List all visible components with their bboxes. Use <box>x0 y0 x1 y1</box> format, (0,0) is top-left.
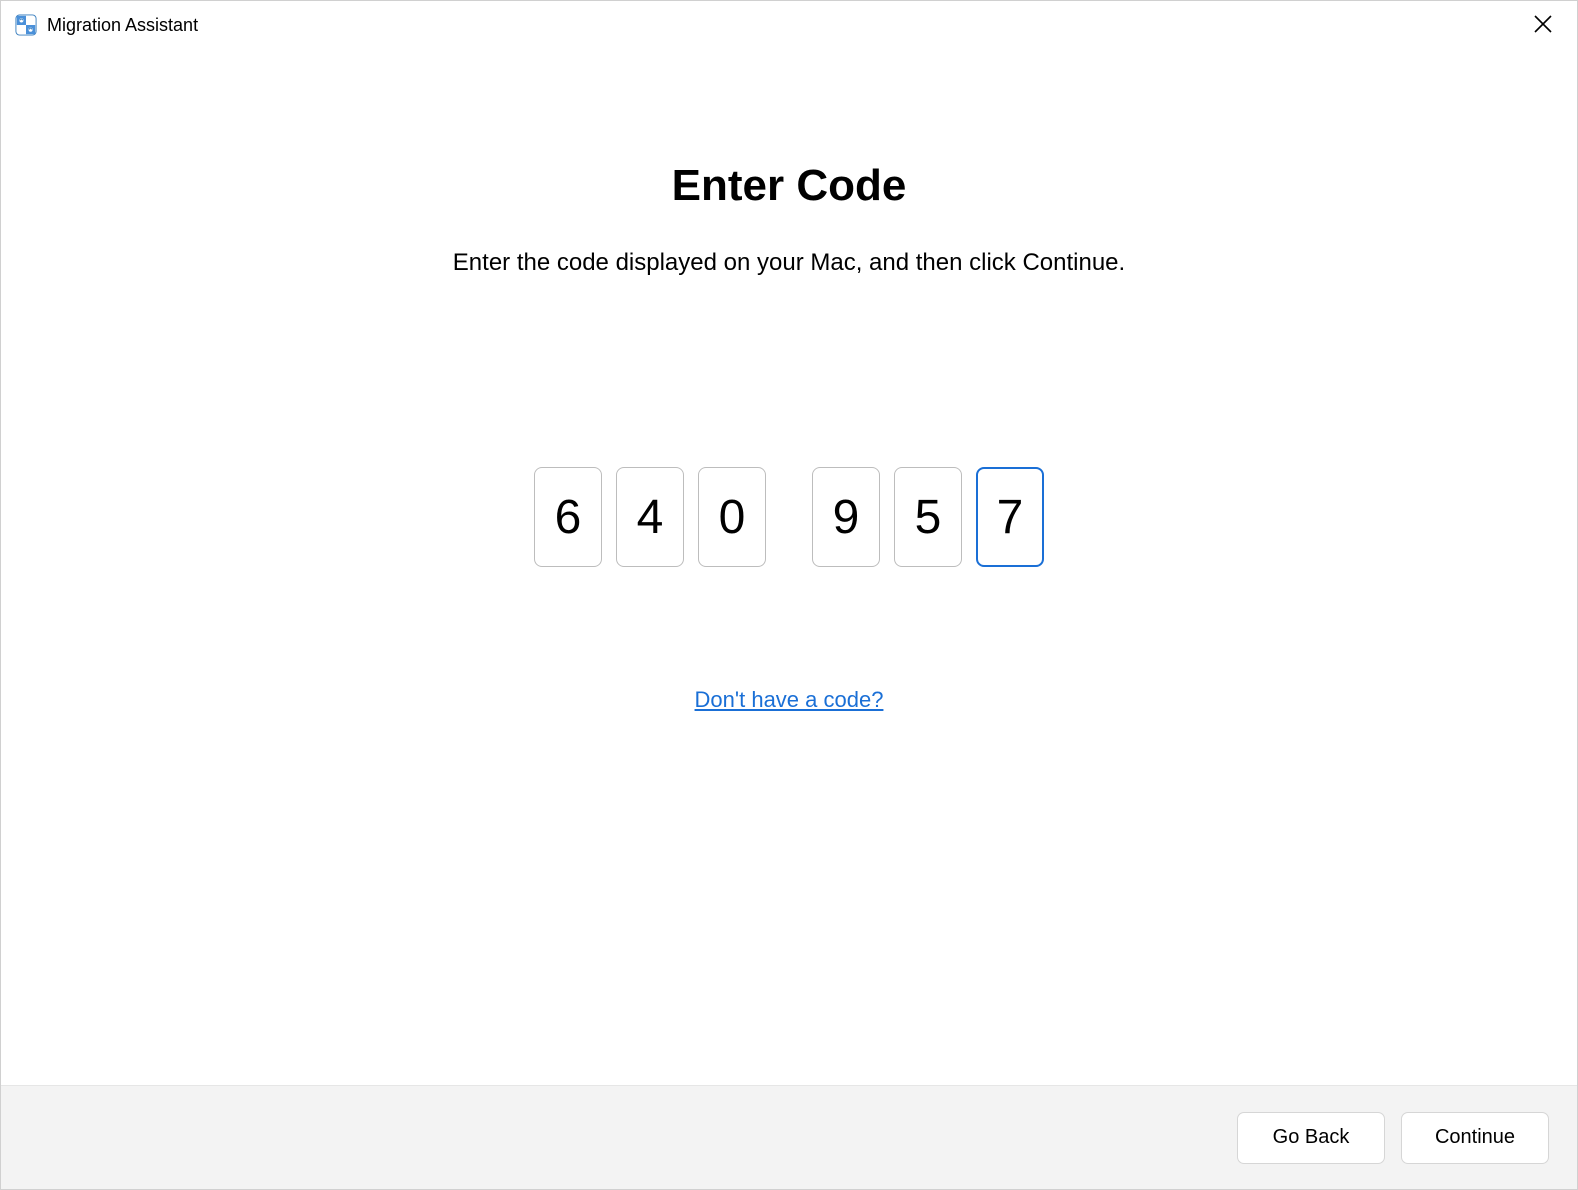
code-digit-4[interactable] <box>812 467 880 567</box>
footer-bar: Go Back Continue <box>1 1085 1577 1189</box>
close-button[interactable] <box>1525 7 1561 43</box>
no-code-link[interactable]: Don't have a code? <box>695 687 884 713</box>
migration-assistant-icon <box>15 14 37 36</box>
code-digit-5[interactable] <box>894 467 962 567</box>
code-input-row <box>534 467 1044 567</box>
app-title: Migration Assistant <box>47 15 198 36</box>
continue-button[interactable]: Continue <box>1401 1112 1549 1164</box>
code-group-2 <box>812 467 1044 567</box>
go-back-button[interactable]: Go Back <box>1237 1112 1385 1164</box>
page-heading: Enter Code <box>672 161 907 211</box>
code-digit-2[interactable] <box>616 467 684 567</box>
code-digit-6[interactable] <box>976 467 1044 567</box>
code-group-1 <box>534 467 766 567</box>
titlebar: Migration Assistant <box>1 1 1577 49</box>
page-subheading: Enter the code displayed on your Mac, an… <box>453 249 1125 277</box>
content-area: Enter Code Enter the code displayed on y… <box>1 49 1577 1085</box>
titlebar-left: Migration Assistant <box>15 14 198 36</box>
migration-assistant-window: Migration Assistant Enter Code Enter the… <box>0 0 1578 1190</box>
code-digit-1[interactable] <box>534 467 602 567</box>
close-icon <box>1533 14 1553 37</box>
code-digit-3[interactable] <box>698 467 766 567</box>
code-group-gap <box>780 467 798 567</box>
